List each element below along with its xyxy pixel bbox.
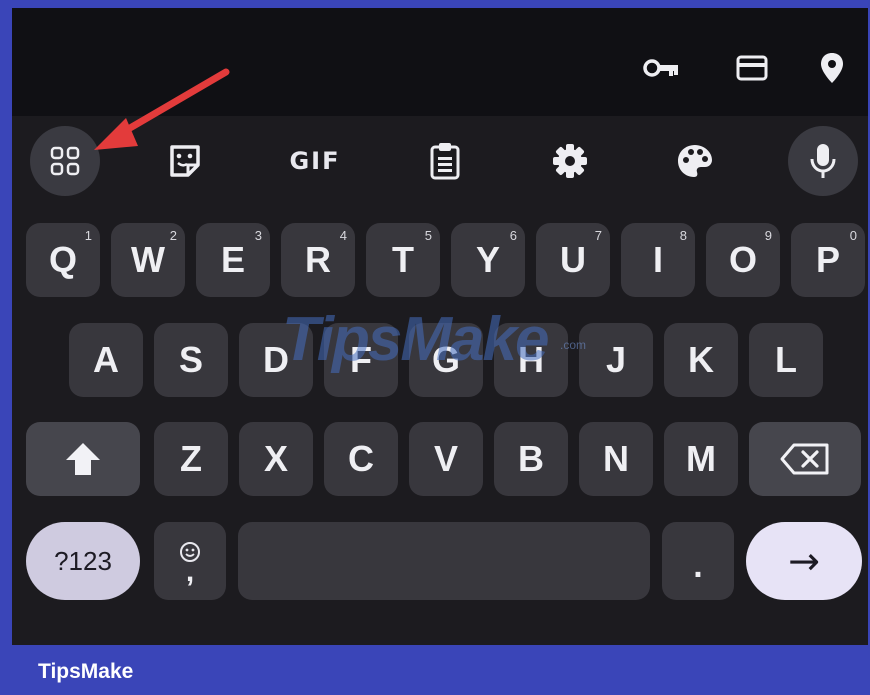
key-z[interactable]: Z: [154, 422, 228, 496]
key-x[interactable]: X: [239, 422, 313, 496]
key-m[interactable]: M: [664, 422, 738, 496]
footer-brand: TipsMake: [38, 660, 134, 683]
backspace-icon: [780, 443, 829, 475]
space-bar[interactable]: [238, 522, 650, 600]
gif-button[interactable]: GIF: [280, 126, 350, 196]
key-u[interactable]: U7: [536, 223, 610, 297]
voice-input-button[interactable]: [788, 126, 858, 196]
period-key[interactable]: .: [662, 522, 734, 600]
key-t[interactable]: T5: [366, 223, 440, 297]
key-q[interactable]: Q1: [26, 223, 100, 297]
palette-icon: [678, 145, 712, 177]
apps-grid-button[interactable]: [30, 126, 100, 196]
key-b[interactable]: B: [494, 422, 568, 496]
key-g[interactable]: G: [409, 323, 483, 397]
backspace-key[interactable]: [749, 422, 861, 496]
shift-arrow-icon: [66, 443, 100, 475]
key-v[interactable]: V: [409, 422, 483, 496]
emoji-comma-key[interactable]: ,: [154, 522, 226, 600]
key-j[interactable]: J: [579, 323, 653, 397]
key-y[interactable]: Y6: [451, 223, 525, 297]
key-r[interactable]: R4: [281, 223, 355, 297]
clipboard-icon: [430, 143, 460, 180]
gif-label: GIF: [289, 147, 341, 175]
key-o[interactable]: O9: [706, 223, 780, 297]
key-n[interactable]: N: [579, 422, 653, 496]
sticker-button[interactable]: [150, 126, 220, 196]
key-i[interactable]: I8: [621, 223, 695, 297]
settings-button[interactable]: [535, 126, 605, 196]
keyboard-panel: GIF Q 1 W 2 E 3 R 4 T 5 Y 6 U 7 I 8 O 9 …: [12, 8, 868, 645]
key-d[interactable]: D: [239, 323, 313, 397]
watermark-suffix: .com: [560, 338, 587, 352]
key-s[interactable]: S: [154, 323, 228, 397]
grid-icon: [50, 146, 80, 176]
key-h[interactable]: H: [494, 323, 568, 397]
enter-key[interactable]: →: [746, 522, 862, 600]
clipboard-button[interactable]: [410, 126, 480, 196]
shift-key[interactable]: [26, 422, 140, 496]
key-f[interactable]: F: [324, 323, 398, 397]
key-e[interactable]: E3: [196, 223, 270, 297]
key-k[interactable]: K: [664, 323, 738, 397]
microphone-icon: [810, 144, 836, 178]
location-pin-icon[interactable]: [810, 46, 854, 90]
key-p[interactable]: P0: [791, 223, 865, 297]
credit-card-icon[interactable]: [730, 46, 774, 90]
key-a[interactable]: A: [69, 323, 143, 397]
theme-button[interactable]: [660, 126, 730, 196]
gear-icon: [553, 144, 587, 178]
key-c[interactable]: C: [324, 422, 398, 496]
key-w[interactable]: W2: [111, 223, 185, 297]
sticker-icon: [170, 145, 200, 177]
symbols-key[interactable]: ?123: [26, 522, 140, 600]
key-icon[interactable]: [640, 46, 684, 90]
key-l[interactable]: L: [749, 323, 823, 397]
